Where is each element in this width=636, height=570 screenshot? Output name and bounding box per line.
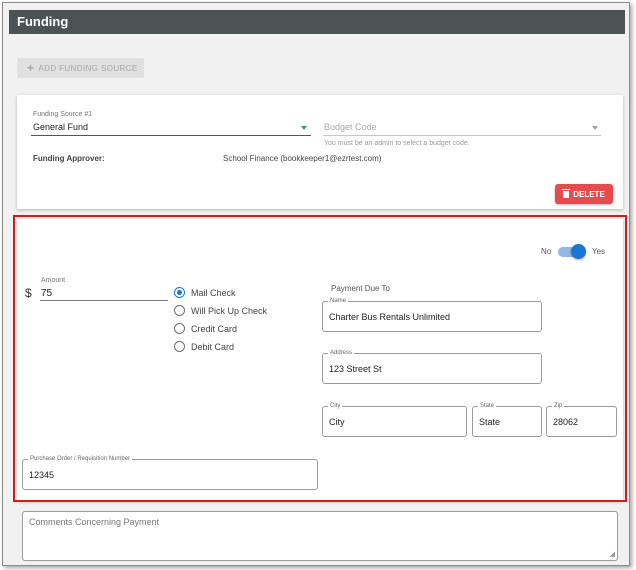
radio-label: Mail Check xyxy=(191,287,236,298)
purchase-order-label: Purchase Order / Requisition Number xyxy=(28,455,133,463)
comments-textarea[interactable]: Comments Concerning Payment ◢ xyxy=(22,511,618,561)
payee-name-field[interactable]: Name Charter Bus Rentals Unlimited xyxy=(322,297,542,332)
funding-approver-value: School Finance (bookkeeper1@ezrtest.com) xyxy=(223,154,382,163)
radio-selected-icon[interactable] xyxy=(174,287,185,298)
address-value: 123 Street St xyxy=(329,364,382,374)
city-label: City xyxy=(328,402,343,410)
state-field[interactable]: State State xyxy=(472,402,542,437)
zip-value: 28062 xyxy=(553,417,579,427)
dropdown-arrow-icon[interactable] xyxy=(592,126,598,130)
comments-placeholder: Comments Concerning Payment xyxy=(29,517,160,527)
dropdown-arrow-icon[interactable] xyxy=(301,126,307,130)
funding-approver-label: Funding Approver: xyxy=(33,154,105,163)
radio-will-pick-up-check[interactable]: Will Pick Up Check xyxy=(174,305,267,316)
trash-icon xyxy=(562,188,571,198)
zip-label: Zip xyxy=(552,402,565,410)
amount-underline xyxy=(40,300,168,301)
delete-label: DELETE xyxy=(573,189,605,199)
name-value: Charter Bus Rentals Unlimited xyxy=(329,312,451,322)
budget-code-select[interactable]: Budget Code xyxy=(324,122,377,132)
window-frame: Funding + ADD FUNDING SOURCE Funding Sou… xyxy=(2,2,630,566)
budget-code-helper-text: You must be an admin to select a budget … xyxy=(324,140,470,147)
radio-label: Credit Card xyxy=(191,323,238,334)
purchase-order-value: 12345 xyxy=(29,470,55,480)
radio-mail-check[interactable]: Mail Check xyxy=(174,287,236,298)
state-label: State xyxy=(478,402,497,410)
resize-handle-icon[interactable]: ◢ xyxy=(610,551,615,558)
currency-symbol: $ xyxy=(25,286,32,300)
city-value: City xyxy=(329,417,345,427)
add-funding-source-label: ADD FUNDING SOURCE xyxy=(38,63,138,73)
radio-label: Will Pick Up Check xyxy=(191,305,268,316)
payment-toggle-thumb[interactable] xyxy=(571,244,586,259)
state-value: State xyxy=(479,417,501,427)
toggle-yes-label: Yes xyxy=(592,247,606,256)
purchase-order-field[interactable]: Purchase Order / Requisition Number 1234… xyxy=(22,455,318,490)
plus-icon: + xyxy=(27,61,35,75)
budget-code-underline xyxy=(323,135,601,136)
amount-input[interactable]: 75 xyxy=(41,288,52,299)
page-title: Funding xyxy=(9,10,625,34)
radio-unselected-icon[interactable] xyxy=(174,323,185,334)
radio-debit-card[interactable]: Debit Card xyxy=(174,341,234,352)
toggle-no-label: No xyxy=(541,247,552,256)
radio-label: Debit Card xyxy=(191,341,235,352)
city-field[interactable]: City City xyxy=(322,402,467,437)
funding-source-select[interactable]: General Fund xyxy=(33,122,88,132)
funding-source-label: Funding Source #1 xyxy=(33,111,93,118)
zip-field[interactable]: Zip 28062 xyxy=(546,402,617,437)
add-funding-source-button[interactable]: + ADD FUNDING SOURCE xyxy=(17,58,144,78)
address-label: Address xyxy=(328,349,355,357)
radio-unselected-icon[interactable] xyxy=(174,341,185,352)
funding-source-card xyxy=(17,95,623,209)
radio-credit-card[interactable]: Credit Card xyxy=(174,323,237,334)
delete-button[interactable]: DELETE xyxy=(555,184,613,204)
amount-label: Amount xyxy=(41,277,66,284)
address-field[interactable]: Address 123 Street St xyxy=(322,349,542,384)
radio-unselected-icon[interactable] xyxy=(174,305,185,316)
funding-source-underline xyxy=(31,135,311,136)
name-label: Name xyxy=(328,297,349,305)
payment-due-to-heading: Payment Due To xyxy=(331,284,390,293)
